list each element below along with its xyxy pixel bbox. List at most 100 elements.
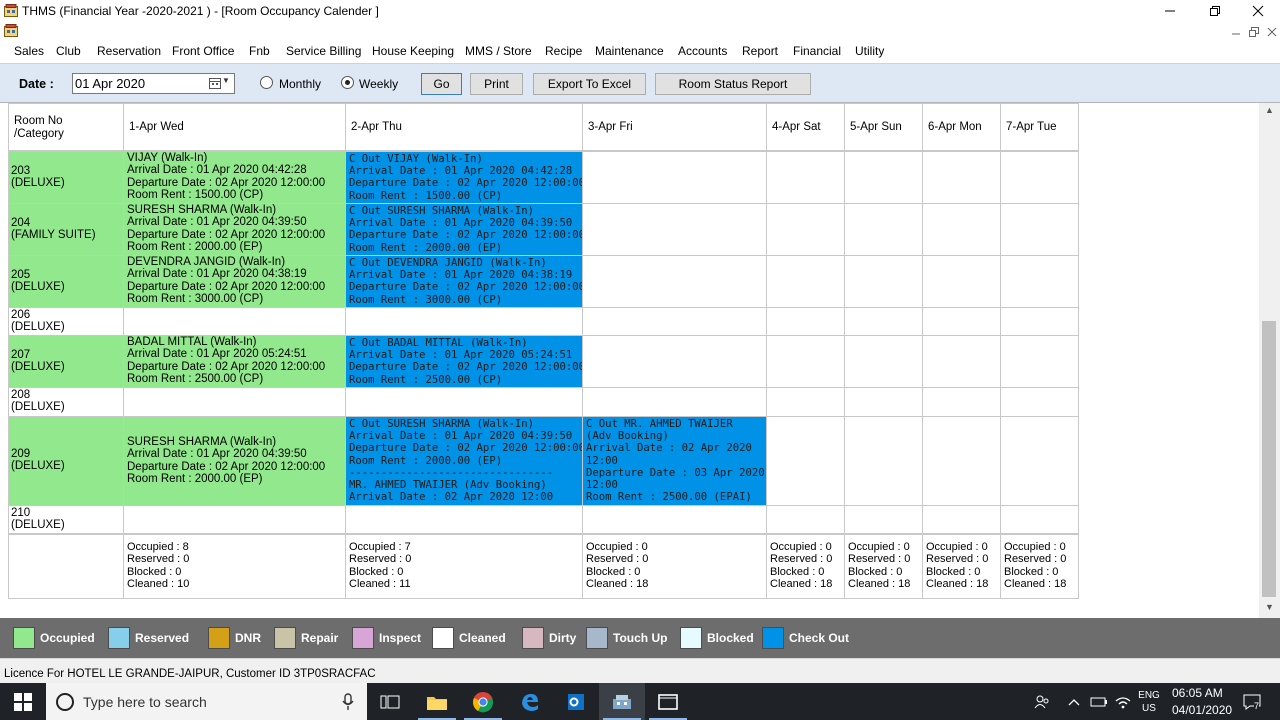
- edge-button[interactable]: [507, 683, 553, 720]
- notification-center-button[interactable]: 7: [1237, 683, 1267, 720]
- weekly-radio-label[interactable]: Weekly: [359, 77, 398, 91]
- day-cell[interactable]: [844, 335, 922, 387]
- taskbar-search[interactable]: Type here to search: [46, 683, 367, 720]
- chevron-down-icon[interactable]: ▼: [222, 76, 230, 85]
- mdi-minimize-button[interactable]: [1228, 25, 1244, 39]
- day-cell[interactable]: [766, 416, 844, 505]
- menu-mms-store[interactable]: MMS / Store: [465, 42, 532, 60]
- day-cell[interactable]: [922, 335, 1000, 387]
- minimize-button[interactable]: [1147, 0, 1193, 22]
- room-cell[interactable]: 208 (DELUXE): [8, 387, 123, 416]
- menu-sales[interactable]: Sales: [14, 42, 44, 60]
- day-cell[interactable]: [1000, 307, 1078, 335]
- day-cell[interactable]: SURESH SHARMA (Walk-In) Arrival Date : 0…: [123, 203, 345, 255]
- clock-date[interactable]: 04/01/2020: [1172, 703, 1232, 717]
- day-cell[interactable]: [766, 203, 844, 255]
- day-cell[interactable]: [844, 505, 922, 533]
- day-cell[interactable]: [844, 307, 922, 335]
- day-cell[interactable]: [582, 203, 766, 255]
- day-cell[interactable]: [1000, 387, 1078, 416]
- day-cell[interactable]: [922, 387, 1000, 416]
- menu-fnb[interactable]: Fnb: [249, 42, 270, 60]
- weekly-radio[interactable]: [341, 76, 354, 89]
- go-button[interactable]: Go: [421, 73, 462, 95]
- day-cell[interactable]: DEVENDRA JANGID (Walk-In) Arrival Date :…: [123, 255, 345, 307]
- menu-accounts[interactable]: Accounts: [678, 42, 727, 60]
- monthly-radio[interactable]: [260, 76, 273, 89]
- print-button[interactable]: Print: [470, 73, 523, 95]
- day-cell[interactable]: [844, 151, 922, 203]
- search-placeholder[interactable]: Type here to search: [83, 694, 207, 710]
- day-cell[interactable]: [123, 505, 345, 533]
- scroll-down-icon[interactable]: ▼: [1259, 602, 1280, 616]
- day-cell[interactable]: [844, 203, 922, 255]
- menu-club[interactable]: Club: [56, 42, 81, 60]
- people-icon[interactable]: [1030, 683, 1054, 720]
- day-cell[interactable]: [582, 335, 766, 387]
- scroll-thumb[interactable]: [1262, 321, 1276, 597]
- day-cell[interactable]: [766, 387, 844, 416]
- monthly-radio-label[interactable]: Monthly: [279, 77, 321, 91]
- day-cell[interactable]: [582, 505, 766, 533]
- day-cell[interactable]: [1000, 505, 1078, 533]
- task-view-button[interactable]: [367, 683, 413, 720]
- battery-icon[interactable]: [1088, 683, 1110, 720]
- day-cell[interactable]: [922, 307, 1000, 335]
- room-cell[interactable]: 209 (DELUXE): [8, 416, 123, 505]
- day-cell[interactable]: [582, 307, 766, 335]
- day-cell[interactable]: VIJAY (Walk-In) Arrival Date : 01 Apr 20…: [123, 151, 345, 203]
- date-picker[interactable]: 01 Apr 2020 ▼: [72, 73, 235, 94]
- day-cell[interactable]: [922, 151, 1000, 203]
- day-cell[interactable]: [766, 307, 844, 335]
- menu-reservation[interactable]: Reservation: [97, 42, 161, 60]
- day-cell[interactable]: [922, 255, 1000, 307]
- day-cell[interactable]: [582, 255, 766, 307]
- day-cell[interactable]: [345, 307, 582, 335]
- menu-service-billing[interactable]: Service Billing: [286, 42, 361, 60]
- day-cell[interactable]: [844, 387, 922, 416]
- day-cell[interactable]: [1000, 255, 1078, 307]
- day-cell[interactable]: [922, 505, 1000, 533]
- day-cell[interactable]: BADAL MITTAL (Walk-In) Arrival Date : 01…: [123, 335, 345, 387]
- file-explorer-button[interactable]: [414, 683, 460, 720]
- room-status-report-button[interactable]: Room Status Report: [655, 73, 811, 95]
- chevron-up-icon[interactable]: [1064, 683, 1084, 720]
- day-cell[interactable]: C Out MR. AHMED TWAIJER (Adv Booking) Ar…: [582, 416, 766, 505]
- language-indicator[interactable]: ENG US: [1137, 683, 1161, 720]
- scroll-up-icon[interactable]: ▲: [1259, 105, 1280, 119]
- menu-financial[interactable]: Financial: [793, 42, 841, 60]
- room-cell[interactable]: 207 (DELUXE): [8, 335, 123, 387]
- date-value[interactable]: 01 Apr 2020: [75, 76, 145, 91]
- day-cell[interactable]: C Out BADAL MITTAL (Walk-In) Arrival Dat…: [345, 335, 582, 387]
- day-cell[interactable]: [766, 151, 844, 203]
- day-cell[interactable]: [1000, 151, 1078, 203]
- day-cell[interactable]: [1000, 416, 1078, 505]
- window-app-button[interactable]: [645, 683, 691, 720]
- day-cell[interactable]: [922, 416, 1000, 505]
- day-cell[interactable]: [345, 387, 582, 416]
- vertical-scrollbar[interactable]: ▲ ▼: [1259, 103, 1280, 619]
- menu-house-keeping[interactable]: House Keeping: [372, 42, 454, 60]
- day-cell[interactable]: [844, 255, 922, 307]
- wifi-icon[interactable]: [1112, 683, 1134, 720]
- day-cell[interactable]: [582, 151, 766, 203]
- room-cell[interactable]: 205 (DELUXE): [8, 255, 123, 307]
- room-cell[interactable]: 206 (DELUXE): [8, 307, 123, 335]
- room-cell[interactable]: 204 (FAMILY SUITE): [8, 203, 123, 255]
- day-cell[interactable]: C Out DEVENDRA JANGID (Walk-In) Arrival …: [345, 255, 582, 307]
- day-cell[interactable]: [123, 307, 345, 335]
- mdi-close-button[interactable]: [1264, 25, 1280, 39]
- mdi-restore-button[interactable]: [1246, 25, 1262, 39]
- menu-report[interactable]: Report: [742, 42, 778, 60]
- export-to-excel-button[interactable]: Export To Excel: [533, 73, 646, 95]
- day-cell[interactable]: [844, 416, 922, 505]
- start-button[interactable]: [0, 683, 46, 720]
- clock-time[interactable]: 06:05 AM: [1172, 686, 1223, 700]
- day-cell[interactable]: C Out SURESH SHARMA (Walk-In) Arrival Da…: [345, 416, 582, 505]
- menu-maintenance[interactable]: Maintenance: [595, 42, 664, 60]
- menu-front-office[interactable]: Front Office: [172, 42, 234, 60]
- day-cell[interactable]: [766, 335, 844, 387]
- day-cell[interactable]: [582, 387, 766, 416]
- menu-utility[interactable]: Utility: [855, 42, 884, 60]
- room-cell[interactable]: 210 (DELUXE): [8, 505, 123, 533]
